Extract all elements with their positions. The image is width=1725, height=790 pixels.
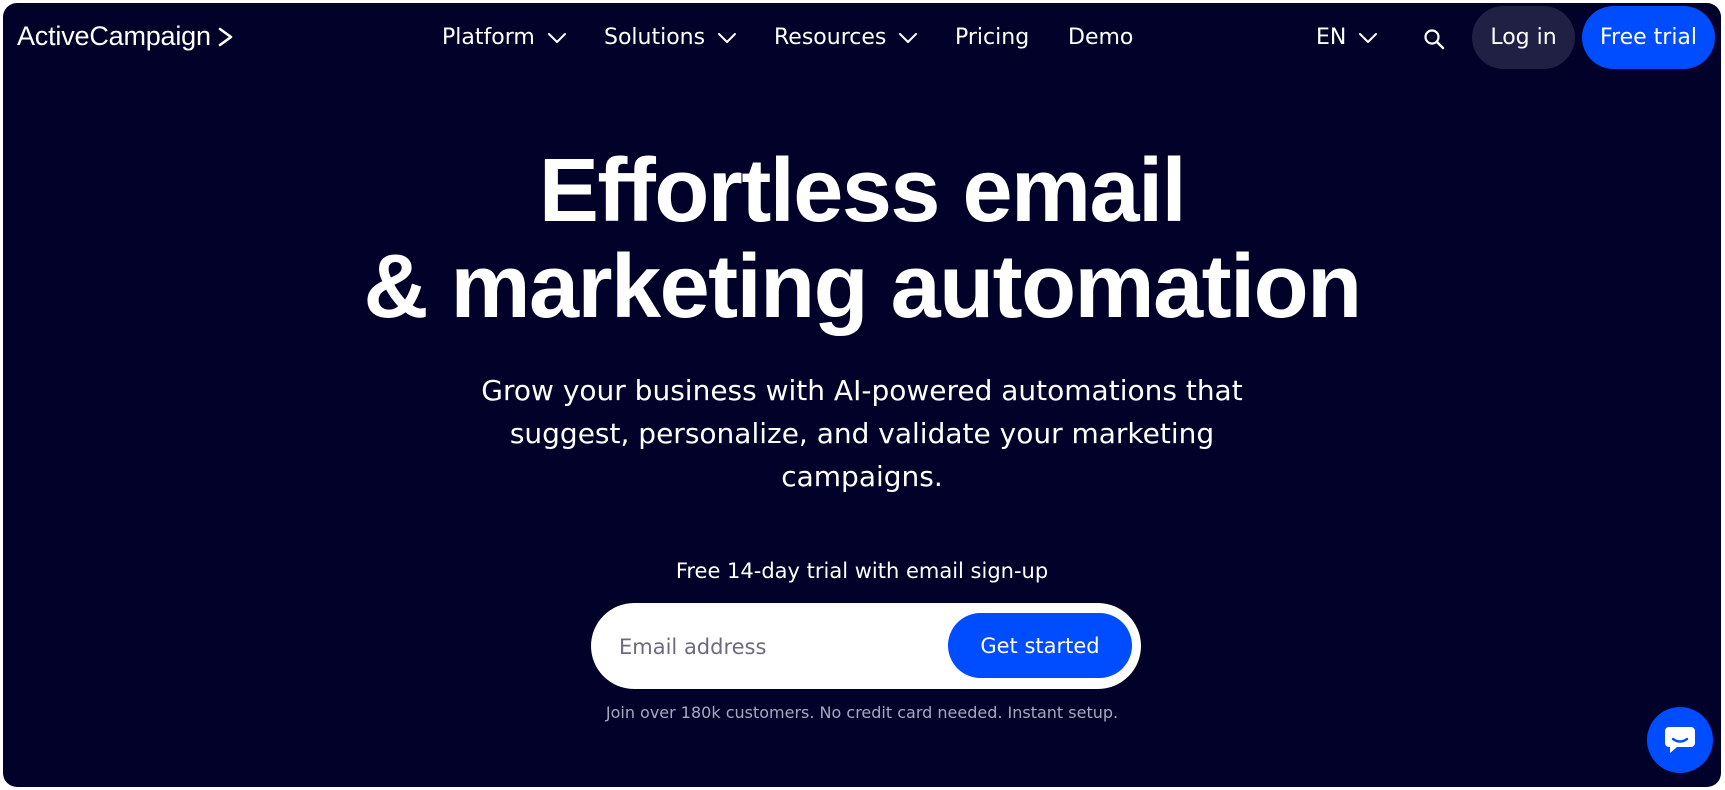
- language-label: EN: [1316, 25, 1347, 50]
- search-icon: [1424, 29, 1445, 50]
- nav-item-label: Platform: [442, 25, 535, 50]
- nav-item-label: Pricing: [955, 25, 1030, 50]
- nav-item-label: Resources: [774, 25, 887, 50]
- nav-item-resources[interactable]: Resources: [774, 25, 918, 50]
- free-trial-button[interactable]: Free trial: [1582, 6, 1715, 69]
- hero-title-line-1: Effortless email: [538, 141, 1187, 241]
- nav-item-solutions[interactable]: Solutions: [604, 25, 737, 50]
- chevron-down-icon: [547, 32, 566, 43]
- chat-bubble-icon: [1665, 727, 1695, 753]
- hero-title-line-2: & marketing automation: [363, 237, 1362, 337]
- chevron-down-icon: [718, 32, 737, 43]
- chat-widget-button[interactable]: [1647, 707, 1713, 773]
- trial-note: Free 14-day trial with email sign-up: [675, 559, 1049, 583]
- logo-text: ActiveCampaign: [17, 21, 211, 51]
- chevron-right-icon: [218, 27, 233, 46]
- chevron-down-icon: [899, 32, 918, 43]
- nav-item-label: Solutions: [604, 25, 706, 50]
- hero-subtitle: Grow your business with AI-powered autom…: [481, 374, 1243, 493]
- hero-title: Effortless email & marketing automation: [3, 143, 1721, 335]
- nav-item-demo[interactable]: Demo: [1068, 25, 1133, 50]
- logo[interactable]: ActiveCampaign: [17, 21, 235, 52]
- fine-print: Join over 180k customers. No credit card…: [605, 703, 1119, 722]
- email-input[interactable]: [617, 621, 921, 673]
- language-selector[interactable]: EN: [1316, 25, 1378, 50]
- get-started-button[interactable]: Get started: [948, 613, 1132, 678]
- login-button[interactable]: Log in: [1472, 6, 1575, 69]
- nav-item-pricing[interactable]: Pricing: [955, 25, 1029, 50]
- signup-form: Get started: [591, 603, 1141, 689]
- page-frame: ActiveCampaign Platform Solutions Resour…: [3, 3, 1721, 787]
- top-navigation: ActiveCampaign Platform Solutions Resour…: [3, 3, 1721, 75]
- nav-item-label: Demo: [1068, 25, 1134, 50]
- chevron-down-icon: [1359, 32, 1378, 43]
- search-button[interactable]: [1419, 24, 1449, 54]
- nav-item-platform[interactable]: Platform: [442, 25, 567, 50]
